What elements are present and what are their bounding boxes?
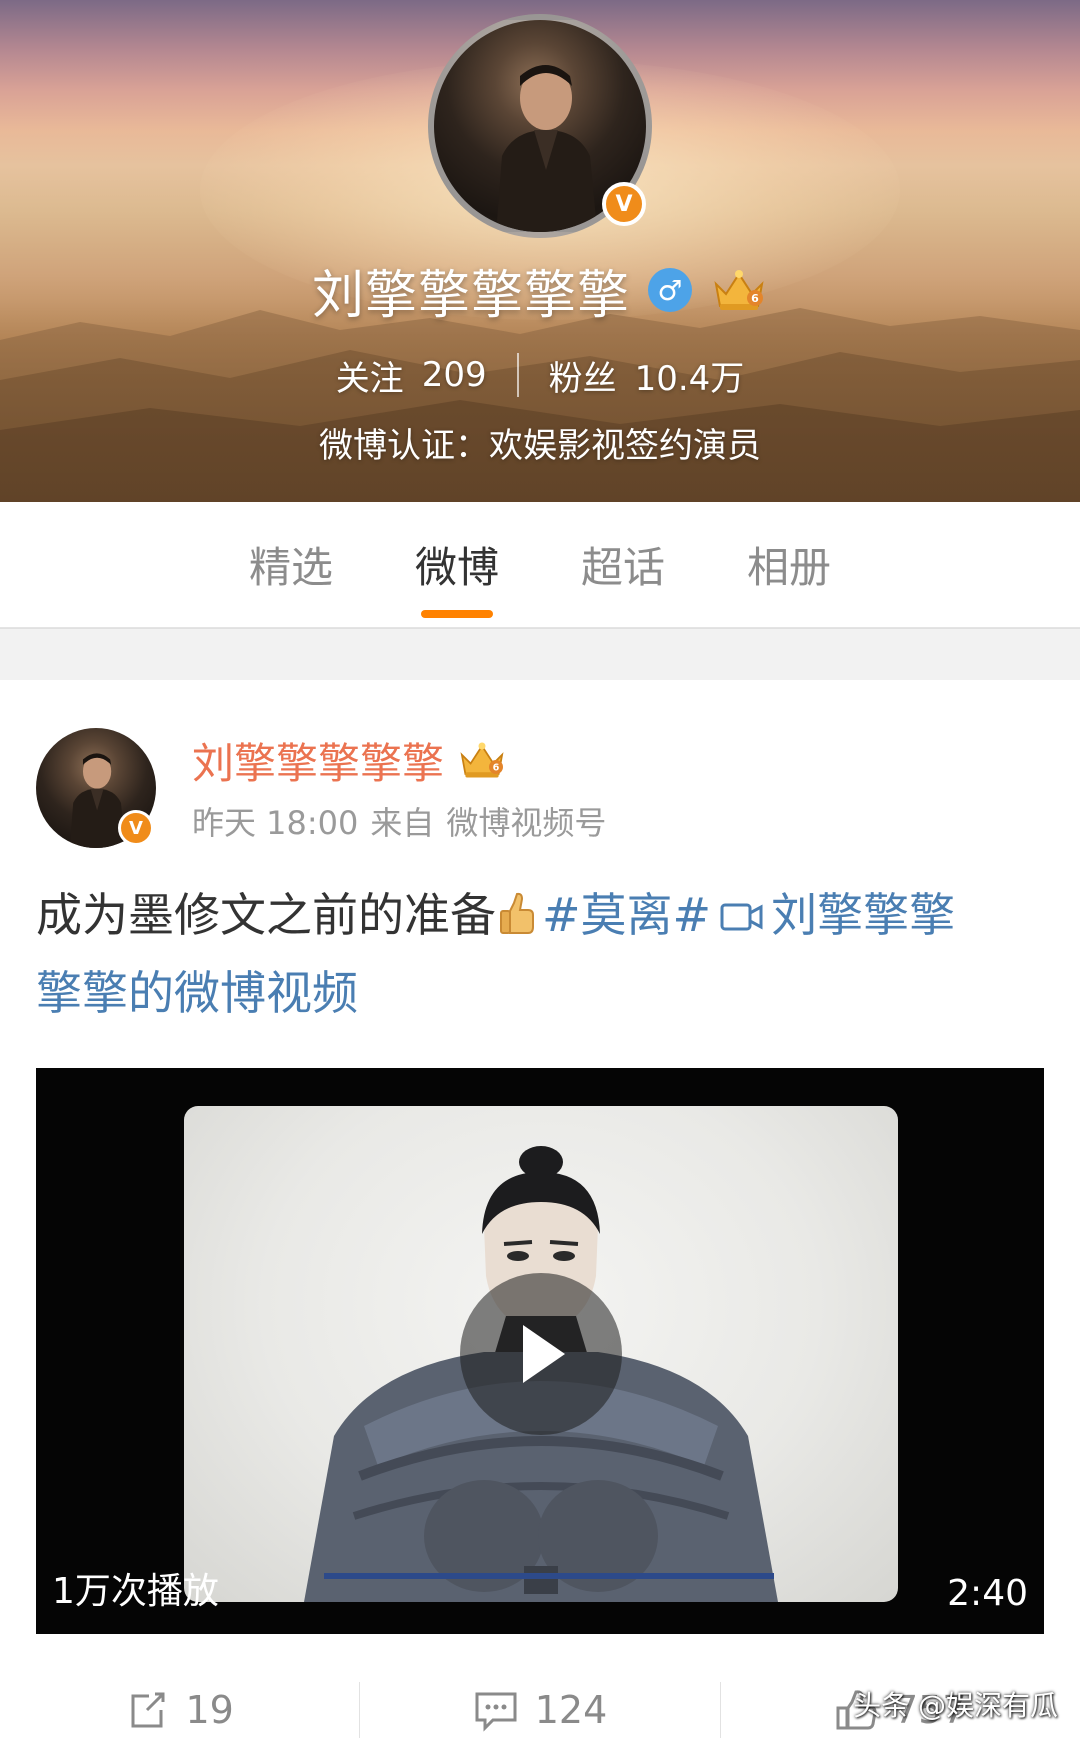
comment-button[interactable]: 124 xyxy=(360,1678,719,1742)
crown-level-icon[interactable]: 6 xyxy=(710,266,768,314)
header-shade xyxy=(0,300,1080,502)
weibo-post: V 刘擎擎擎擎擎 6 昨天 18:00 来自 微博视频号 成为墨修文之前的准备 … xyxy=(0,680,1080,1742)
post-text-main: 成为墨修文之前的准备 xyxy=(36,888,496,942)
profile-tabs: 精选 微博 超话 相册 xyxy=(0,502,1080,628)
profile-name: 刘擎擎擎擎擎 xyxy=(311,265,630,326)
following-label: 关注 xyxy=(335,358,404,399)
comment-icon xyxy=(475,1692,517,1732)
verified-v-icon: V xyxy=(602,182,646,226)
video-link-part2: 擎擎的微博视频 xyxy=(36,966,358,1020)
svg-text:6: 6 xyxy=(751,292,759,305)
profile-name-row: 刘擎擎擎擎擎 ♂ 6 xyxy=(0,255,1080,326)
post-source[interactable]: 微博视频号 xyxy=(446,798,606,844)
followers-label: 粉丝 xyxy=(548,358,617,399)
tab-weibo[interactable]: 微博 xyxy=(415,502,499,628)
male-gender-icon: ♂ xyxy=(648,268,692,312)
svg-text:6: 6 xyxy=(493,763,500,774)
followers-stat[interactable]: 粉丝 10.4万 xyxy=(519,351,775,400)
play-button[interactable] xyxy=(460,1273,622,1435)
video-play-count: 1万次播放 xyxy=(52,1571,219,1612)
tab-label: 超话 xyxy=(581,543,666,592)
active-tab-indicator xyxy=(420,609,493,618)
post-author-name[interactable]: 刘擎擎擎擎擎 xyxy=(192,730,444,791)
verified-v-icon: V xyxy=(118,810,154,846)
crown-level-icon[interactable]: 6 xyxy=(456,739,508,781)
tab-album[interactable]: 相册 xyxy=(747,502,831,628)
topic-link[interactable]: #莫离# xyxy=(542,888,711,942)
repost-icon xyxy=(131,1692,165,1728)
profile-stats: 关注 209 粉丝 10.4万 xyxy=(0,350,1080,400)
tab-super-topic[interactable]: 超话 xyxy=(581,502,665,628)
video-duration: 2:40 xyxy=(947,1573,1028,1614)
tab-label: 微博 xyxy=(414,543,499,592)
thumbs-up-emoji xyxy=(500,892,534,934)
tab-label: 相册 xyxy=(747,543,832,592)
post-text: 成为墨修文之前的准备 #莫离# 刘擎擎擎擎擎的微博视频 xyxy=(36,876,1046,1032)
repost-button[interactable]: 19 xyxy=(0,1678,359,1742)
section-separator xyxy=(0,628,1080,680)
post-meta: 昨天 18:00 来自 微博视频号 xyxy=(192,798,606,844)
avatar-figure xyxy=(496,65,598,232)
watermark: 头条 @娱深有瓜 xyxy=(853,1689,1058,1722)
repost-count: 19 xyxy=(185,1688,234,1732)
tab-featured[interactable]: 精选 xyxy=(249,502,333,628)
post-time: 昨天 18:00 xyxy=(192,804,359,842)
followers-count: 10.4万 xyxy=(634,358,745,399)
comment-count: 124 xyxy=(534,1688,608,1732)
verification-text: 微博认证：欢娱影视签约演员 xyxy=(319,426,761,466)
video-link-part1: 刘擎擎擎 xyxy=(771,888,956,942)
post-author-row: 刘擎擎擎擎擎 6 xyxy=(192,730,508,790)
video-link-icon xyxy=(720,903,763,931)
following-count: 209 xyxy=(421,355,487,395)
video-player[interactable]: 1万次播放 2:40 xyxy=(36,1068,1044,1634)
play-icon xyxy=(523,1325,565,1383)
post-source-prefix: 来自 xyxy=(370,804,435,842)
following-stat[interactable]: 关注 209 xyxy=(306,351,517,400)
tab-label: 精选 xyxy=(248,543,333,592)
